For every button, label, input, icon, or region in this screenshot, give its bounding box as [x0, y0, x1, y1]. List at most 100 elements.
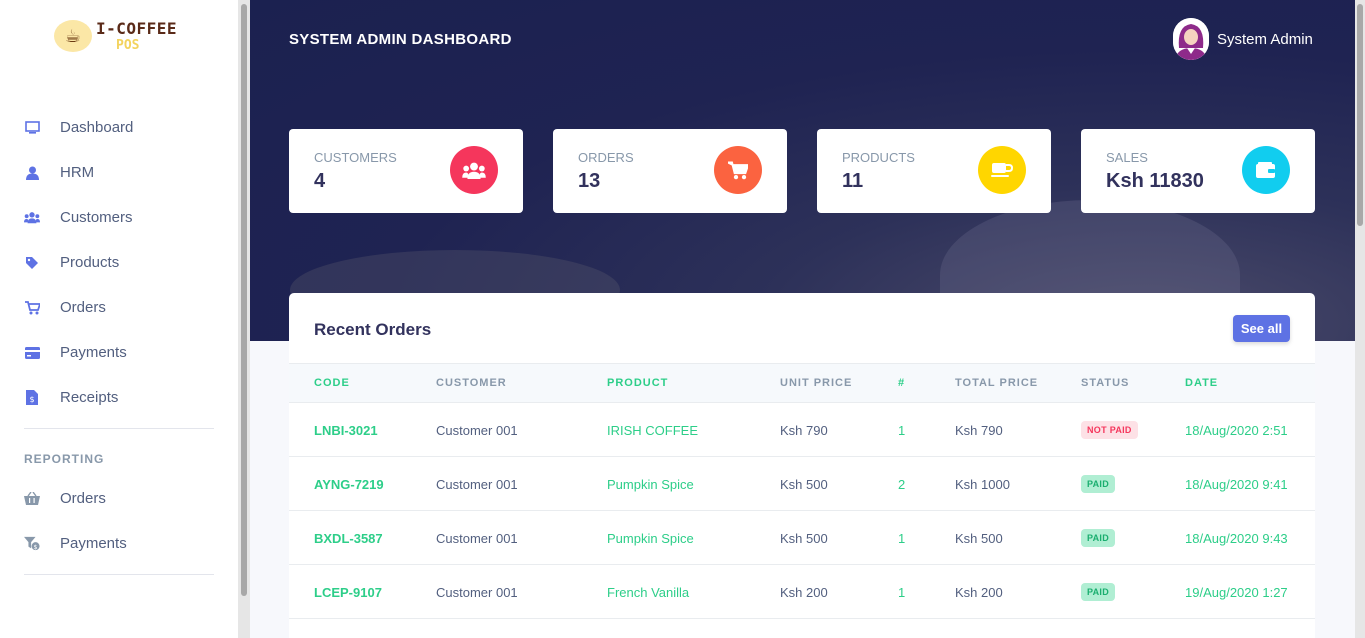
order-date: 18/Aug/2020 9:41	[1185, 477, 1288, 492]
order-customer: Customer 001	[436, 477, 518, 492]
scrollbar-thumb[interactable]	[1357, 4, 1363, 226]
order-code[interactable]: BXDL-3587	[314, 531, 383, 546]
users-icon	[450, 146, 498, 194]
page-title: SYSTEM ADMIN DASHBOARD	[289, 31, 512, 48]
order-code[interactable]: LCEP-9107	[314, 585, 382, 600]
stat-value: 13	[578, 170, 601, 192]
stat-label: SALES	[1106, 150, 1148, 165]
app-logo[interactable]: ☕ I-COFFEE POS	[54, 20, 177, 52]
sidebar-item-label: Orders	[60, 490, 106, 507]
order-unit-price: Ksh 790	[780, 423, 828, 438]
order-customer: Customer 001	[436, 423, 518, 438]
receipt-icon: $	[24, 390, 40, 406]
filter-dollar-icon: $	[24, 536, 40, 552]
user-menu[interactable]: System Admin	[1173, 18, 1313, 60]
sidebar-item-report-payments[interactable]: $ Payments	[0, 521, 238, 566]
order-total: Ksh 500	[955, 531, 1003, 546]
column-header-quantity[interactable]: #	[898, 377, 905, 389]
column-header-unit-price[interactable]: UNIT PRICE	[780, 377, 852, 389]
tag-icon	[24, 255, 40, 271]
order-date: 18/Aug/2020 2:51	[1185, 423, 1288, 438]
stat-value: 11	[842, 170, 864, 192]
column-header-total-price[interactable]: TOTAL PRICE	[955, 377, 1038, 389]
card-title: Recent Orders	[314, 320, 432, 339]
coffee-cup-icon	[978, 146, 1026, 194]
sidebar-scrollbar[interactable]	[238, 0, 250, 638]
order-code[interactable]: LNBI-3021	[314, 423, 378, 438]
wallet-icon	[1242, 146, 1290, 194]
basket-icon	[24, 491, 40, 507]
sidebar-item-label: Payments	[60, 535, 127, 552]
stat-value: 4	[314, 170, 326, 192]
sidebar: ☕ I-COFFEE POS Dashboard HRM Customers P…	[0, 0, 238, 638]
svg-text:$: $	[30, 395, 35, 404]
order-product: Pumpkin Spice	[607, 531, 694, 546]
sidebar-item-label: Products	[60, 254, 120, 271]
recent-orders-card: Recent Orders See all CODE CUSTOMER PROD…	[289, 293, 1315, 638]
sidebar-item-label: Dashboard	[60, 119, 134, 136]
sidebar-item-receipts[interactable]: $ Receipts	[0, 375, 238, 420]
column-header-product[interactable]: PRODUCT	[607, 377, 668, 389]
user-icon	[24, 165, 40, 181]
stat-label: ORDERS	[578, 150, 634, 165]
order-quantity: 2	[898, 477, 906, 492]
order-total: Ksh 200	[955, 585, 1003, 600]
table-header: CODE CUSTOMER PRODUCT UNIT PRICE # TOTAL…	[289, 363, 1315, 403]
order-unit-price: Ksh 500	[780, 477, 828, 492]
column-header-status[interactable]: STATUS	[1081, 377, 1129, 389]
see-all-button[interactable]: See all	[1233, 315, 1290, 342]
order-customer: Customer 001	[436, 531, 518, 546]
coffee-cup-icon: ☕	[54, 20, 92, 52]
sidebar-item-dashboard[interactable]: Dashboard	[0, 105, 238, 150]
column-header-customer[interactable]: CUSTOMER	[436, 377, 507, 389]
order-product: Pumpkin Spice	[607, 477, 694, 492]
stat-value: Ksh 11830	[1106, 170, 1204, 192]
stat-card-products: PRODUCTS 11	[817, 129, 1051, 213]
order-date: 19/Aug/2020 1:27	[1185, 585, 1288, 600]
page-scrollbar[interactable]	[1355, 0, 1365, 638]
order-customer: Customer 001	[436, 585, 518, 600]
table-row[interactable]: BXDL-3587 Customer 001 Pumpkin Spice Ksh…	[289, 511, 1315, 565]
sidebar-item-label: Receipts	[60, 389, 119, 406]
order-code[interactable]: AYNG-7219	[314, 477, 384, 492]
order-total: Ksh 1000	[955, 477, 1010, 492]
status-badge: NOT PAID	[1081, 421, 1138, 439]
column-header-date[interactable]: DATE	[1185, 377, 1218, 389]
sidebar-item-report-orders[interactable]: Orders	[0, 476, 238, 521]
status-badge: PAID	[1081, 529, 1116, 547]
order-quantity: 1	[898, 531, 906, 546]
status-badge: PAID	[1081, 583, 1116, 601]
credit-card-icon	[24, 345, 40, 361]
scrollbar-thumb[interactable]	[241, 4, 247, 596]
sidebar-item-customers[interactable]: Customers	[0, 195, 238, 240]
order-quantity: 1	[898, 423, 906, 438]
sidebar-item-products[interactable]: Products	[0, 240, 238, 285]
avatar	[1173, 18, 1209, 60]
order-product: French Vanilla	[607, 585, 690, 600]
order-quantity: 1	[898, 585, 906, 600]
cart-icon	[714, 146, 762, 194]
users-icon	[24, 210, 40, 226]
sidebar-item-label: Orders	[60, 299, 106, 316]
logo-text: I-COFFEE	[96, 18, 178, 38]
order-total: Ksh 790	[955, 423, 1003, 438]
logo-subtext: POS	[116, 37, 140, 53]
sidebar-divider	[24, 428, 214, 429]
order-product: IRISH COFFEE	[607, 423, 699, 438]
order-unit-price: Ksh 500	[780, 531, 828, 546]
sidebar-item-label: Payments	[60, 344, 127, 361]
table-row[interactable]: LNBI-3021 Customer 001 IRISH COFFEE Ksh …	[289, 403, 1315, 457]
cart-icon	[24, 300, 40, 316]
table-row[interactable]: AYNG-7219 Customer 001 Pumpkin Spice Ksh…	[289, 457, 1315, 511]
sidebar-item-orders[interactable]: Orders	[0, 285, 238, 330]
sidebar-heading-reporting: REPORTING	[24, 452, 105, 466]
user-name: System Admin	[1217, 30, 1313, 48]
table-row[interactable]: LCEP-9107 Customer 001 French Vanilla Ks…	[289, 565, 1315, 619]
sidebar-item-payments[interactable]: Payments	[0, 330, 238, 375]
column-header-code[interactable]: CODE	[314, 377, 350, 389]
order-unit-price: Ksh 200	[780, 585, 828, 600]
sidebar-item-hrm[interactable]: HRM	[0, 150, 238, 195]
stat-card-sales: SALES Ksh 11830	[1081, 129, 1315, 213]
sidebar-nav: Dashboard HRM Customers Products Orders	[0, 105, 238, 575]
stat-card-customers: CUSTOMERS 4	[289, 129, 523, 213]
